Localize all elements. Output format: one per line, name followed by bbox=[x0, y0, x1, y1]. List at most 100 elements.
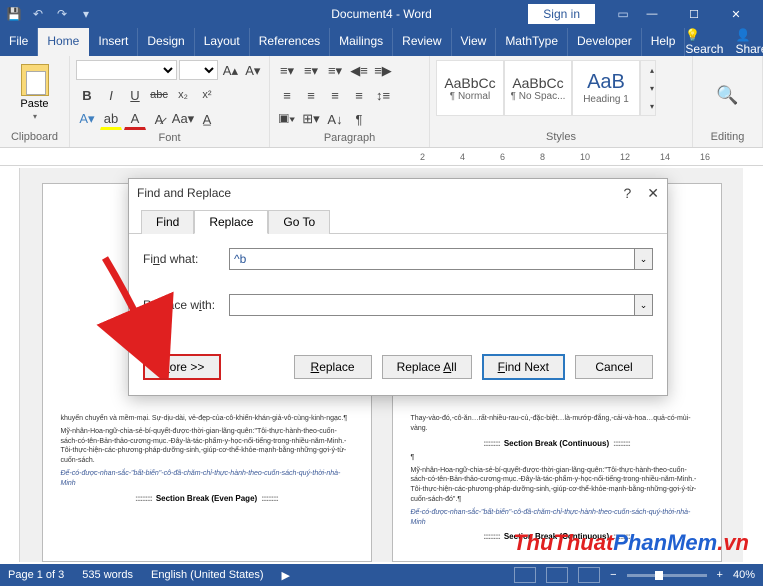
signin-button[interactable]: Sign in bbox=[528, 4, 595, 24]
style-normal[interactable]: AaBbCc ¶ Normal bbox=[436, 60, 504, 116]
subscript-button[interactable]: x₂ bbox=[172, 84, 194, 106]
editing-group: 🔍 Editing bbox=[693, 56, 763, 147]
tab-view[interactable]: View bbox=[452, 28, 497, 56]
line-spacing-icon[interactable]: ↕≡ bbox=[372, 84, 394, 106]
superscript-button[interactable]: x² bbox=[196, 84, 218, 106]
change-case-icon[interactable]: Aa▾ bbox=[172, 108, 194, 130]
borders-icon[interactable]: ⊞▾ bbox=[300, 108, 322, 130]
strike-button[interactable]: abc bbox=[148, 84, 170, 106]
increase-indent-icon[interactable]: ≡▶ bbox=[372, 60, 394, 82]
styles-group: AaBbCc ¶ Normal AaBbCc ¶ No Spac... AaB … bbox=[430, 56, 693, 147]
replace-button[interactable]: Replace bbox=[294, 355, 372, 379]
horizontal-ruler[interactable]: 2 4 6 8 10 12 14 16 bbox=[0, 148, 763, 166]
qat-dropdown-icon[interactable]: ▾ bbox=[78, 6, 94, 22]
macro-record-icon[interactable]: ▶ bbox=[282, 569, 290, 582]
word-count[interactable]: 535 words bbox=[82, 569, 133, 581]
styles-label: Styles bbox=[436, 131, 686, 145]
find-next-button[interactable]: Find Next bbox=[482, 354, 565, 380]
language-indicator[interactable]: English (United States) bbox=[151, 569, 264, 581]
text-effects-icon[interactable]: A▾ bbox=[76, 108, 98, 130]
dialog-tab-replace[interactable]: Replace bbox=[194, 210, 268, 234]
clear-format-icon[interactable]: A̷ bbox=[148, 108, 170, 130]
tab-design[interactable]: Design bbox=[138, 28, 194, 56]
ribbon-options-icon[interactable]: ▭ bbox=[615, 6, 631, 22]
styles-more-icon[interactable]: ▾ bbox=[641, 97, 663, 115]
redo-icon[interactable]: ↷ bbox=[54, 6, 70, 22]
tab-references[interactable]: References bbox=[250, 28, 330, 56]
section-break-continuous-1: Section Break (Continuous) bbox=[411, 438, 703, 449]
tab-developer[interactable]: Developer bbox=[568, 28, 642, 56]
shading-icon[interactable]: 🞕▾ bbox=[276, 108, 298, 130]
vertical-ruler[interactable] bbox=[0, 168, 20, 562]
show-marks-icon[interactable]: ¶ bbox=[348, 108, 370, 130]
undo-icon[interactable]: ↶ bbox=[30, 6, 46, 22]
decrease-indent-icon[interactable]: ◀≡ bbox=[348, 60, 370, 82]
find-what-dropdown-icon[interactable]: ⌄ bbox=[635, 248, 653, 270]
font-family-select[interactable] bbox=[76, 60, 177, 80]
clipboard-label: Clipboard bbox=[6, 131, 63, 145]
section-break-even: Section Break (Even Page) bbox=[61, 493, 353, 504]
underline-button[interactable]: U bbox=[124, 84, 146, 106]
find-what-input[interactable] bbox=[229, 248, 635, 270]
align-right-icon[interactable]: ≡ bbox=[324, 84, 346, 106]
section-break-continuous-2: Section Break (Continuous) bbox=[411, 531, 703, 542]
enclosing-icon[interactable]: A̲ bbox=[196, 108, 218, 130]
zoom-level[interactable]: 40% bbox=[733, 569, 755, 581]
tab-mailings[interactable]: Mailings bbox=[330, 28, 393, 56]
shrink-font-icon[interactable]: A▾ bbox=[243, 60, 263, 82]
highlight-icon[interactable]: ab bbox=[100, 108, 122, 130]
tab-layout[interactable]: Layout bbox=[195, 28, 250, 56]
replace-with-label: Replace with: bbox=[143, 298, 229, 312]
close-button[interactable]: ✕ bbox=[715, 0, 757, 28]
find-what-label: Find what: bbox=[143, 252, 229, 266]
minimize-button[interactable]: ― bbox=[631, 0, 673, 28]
styles-up-icon[interactable]: ▴ bbox=[641, 61, 663, 79]
styles-down-icon[interactable]: ▾ bbox=[641, 79, 663, 97]
grow-font-icon[interactable]: A▴ bbox=[220, 60, 240, 82]
bold-button[interactable]: B bbox=[76, 84, 98, 106]
maximize-button[interactable]: ☐ bbox=[673, 0, 715, 28]
save-icon[interactable]: 💾 bbox=[6, 6, 22, 22]
dialog-help-icon[interactable]: ? bbox=[623, 185, 631, 202]
page-indicator[interactable]: Page 1 of 3 bbox=[8, 569, 64, 581]
style-heading1[interactable]: AaB Heading 1 bbox=[572, 60, 640, 116]
dialog-close-icon[interactable]: ✕ bbox=[647, 185, 659, 202]
dialog-tab-goto[interactable]: Go To bbox=[268, 210, 330, 234]
search-link[interactable]: 💡 Search bbox=[685, 28, 723, 56]
find-icon[interactable]: 🔍 bbox=[716, 85, 738, 106]
read-mode-icon[interactable] bbox=[514, 567, 536, 583]
more-button[interactable]: More >> bbox=[143, 354, 221, 380]
font-size-select[interactable] bbox=[179, 60, 218, 80]
replace-with-input[interactable] bbox=[229, 294, 635, 316]
style-nospacing[interactable]: AaBbCc ¶ No Spac... bbox=[504, 60, 572, 116]
zoom-out-icon[interactable]: − bbox=[610, 569, 616, 581]
paragraph-group: ≡▾ ≡▾ ≡▾ ◀≡ ≡▶ ≡ ≡ ≡ ≡ ↕≡ 🞕▾ ⊞▾ A↓ ¶ Par… bbox=[270, 56, 430, 147]
share-link[interactable]: 👤 Share bbox=[735, 28, 763, 56]
tab-review[interactable]: Review bbox=[393, 28, 451, 56]
tab-help[interactable]: Help bbox=[642, 28, 686, 56]
font-group: A▴ A▾ B I U abc x₂ x² A▾ ab A A̷ Aa▾ A̲ … bbox=[70, 56, 270, 147]
align-left-icon[interactable]: ≡ bbox=[276, 84, 298, 106]
web-layout-icon[interactable] bbox=[578, 567, 600, 583]
multilevel-icon[interactable]: ≡▾ bbox=[324, 60, 346, 82]
zoom-in-icon[interactable]: + bbox=[717, 569, 723, 581]
dialog-tab-find[interactable]: Find bbox=[141, 210, 194, 234]
tab-insert[interactable]: Insert bbox=[89, 28, 138, 56]
italic-button[interactable]: I bbox=[100, 84, 122, 106]
tab-file[interactable]: File bbox=[0, 28, 38, 56]
paste-button[interactable]: Paste ▾ bbox=[6, 60, 63, 125]
bullets-icon[interactable]: ≡▾ bbox=[276, 60, 298, 82]
align-center-icon[interactable]: ≡ bbox=[300, 84, 322, 106]
tab-home[interactable]: Home bbox=[38, 28, 89, 56]
font-color-icon[interactable]: A bbox=[124, 108, 146, 130]
cancel-button[interactable]: Cancel bbox=[575, 355, 653, 379]
replace-all-button[interactable]: Replace All bbox=[382, 355, 472, 379]
dialog-titlebar: Find and Replace ? ✕ bbox=[129, 179, 667, 207]
print-layout-icon[interactable] bbox=[546, 567, 568, 583]
justify-icon[interactable]: ≡ bbox=[348, 84, 370, 106]
numbering-icon[interactable]: ≡▾ bbox=[300, 60, 322, 82]
zoom-slider[interactable] bbox=[627, 574, 707, 577]
sort-icon[interactable]: A↓ bbox=[324, 108, 346, 130]
tab-mathtype[interactable]: MathType bbox=[496, 28, 568, 56]
replace-with-dropdown-icon[interactable]: ⌄ bbox=[635, 294, 653, 316]
